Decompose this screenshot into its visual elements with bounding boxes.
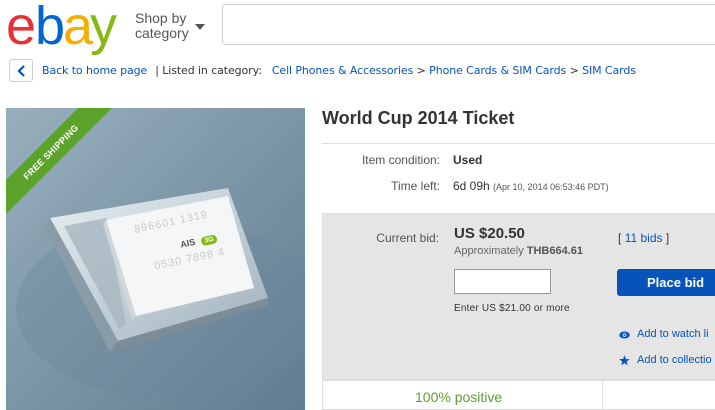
min-bid-hint: Enter US $21.00 or more xyxy=(454,303,570,314)
shop-by-category-button[interactable]: Shop by category xyxy=(135,11,189,41)
add-to-collection-link[interactable]: Add to collectio xyxy=(637,354,712,366)
shop-by-line1: Shop by xyxy=(135,10,187,26)
time-left-end: (Apr 10, 2014 06:53:46 PDT) xyxy=(493,182,609,192)
item-details: Item condition: Used Time left: 6d 09h (… xyxy=(322,143,715,207)
logo-letter-y: y xyxy=(90,0,117,56)
shop-by-line2: category xyxy=(135,25,189,41)
current-bid-label: Current bid: xyxy=(376,231,439,245)
ais-3g-badge: 3G xyxy=(200,234,218,247)
logo-letter-e: e xyxy=(6,0,36,56)
current-price: US $20.50 xyxy=(454,225,525,242)
approx-prefix: Approximately xyxy=(454,245,524,257)
ebay-logo[interactable]: e b a y xyxy=(6,0,122,56)
bid-panel: Current bid: US $20.50 Approximately THB… xyxy=(322,213,715,380)
breadcrumb: Back to home page | Listed in category: Ce… xyxy=(42,64,636,77)
bid-history-link[interactable]: 11 bids xyxy=(625,231,663,245)
time-left-label: Time left: xyxy=(391,179,440,193)
approx-value: THB664.61 xyxy=(526,245,584,257)
listed-in-label: | Listed in category: xyxy=(155,64,262,77)
bid-count: [ 11 bids ] xyxy=(618,231,669,245)
back-button[interactable] xyxy=(9,59,33,82)
time-left-value: 6d 09h (Apr 10, 2014 06:53:46 PDT) xyxy=(453,179,609,193)
bids-bracket-close: ] xyxy=(665,231,670,245)
place-bid-button[interactable]: Place bid xyxy=(617,269,715,296)
star-icon xyxy=(619,355,630,366)
breadcrumb-sim-cards[interactable]: SIM Cards xyxy=(582,64,636,77)
breadcrumb-separator: > xyxy=(569,64,579,77)
breadcrumb-separator: > xyxy=(416,64,426,77)
chevron-left-icon xyxy=(17,65,25,77)
condition-value: Used xyxy=(453,153,483,167)
product-image[interactable]: FREE SHIPPING 896601 1319 AIS 3G 0530 78… xyxy=(6,108,305,410)
bid-amount-input[interactable] xyxy=(454,269,551,294)
condition-label: Item condition: xyxy=(361,153,440,167)
item-title: World Cup 2014 Ticket xyxy=(322,108,515,128)
back-to-home-link[interactable]: Back to home page xyxy=(42,64,147,77)
logo-letter-b: b xyxy=(35,0,65,56)
seller-feedback-panel: 100% positive xyxy=(322,380,715,410)
search-input[interactable] xyxy=(222,4,715,45)
approx-price: Approximately THB664.61 xyxy=(454,245,583,257)
chevron-down-icon[interactable] xyxy=(195,24,205,30)
add-to-watch-list-link[interactable]: Add to watch li xyxy=(637,328,709,340)
ais-logo-text: AIS xyxy=(179,236,197,250)
time-left-duration: 6d 09h xyxy=(453,179,490,193)
eye-icon xyxy=(619,331,630,339)
breadcrumb-phone-cards[interactable]: Phone Cards & SIM Cards xyxy=(429,64,566,77)
positive-feedback: 100% positive xyxy=(415,389,503,405)
bids-bracket-open: [ xyxy=(618,231,622,245)
breadcrumb-cell-phones[interactable]: Cell Phones & Accessories xyxy=(272,64,414,77)
feedback-divider xyxy=(602,381,603,410)
logo-letter-a: a xyxy=(63,0,93,56)
